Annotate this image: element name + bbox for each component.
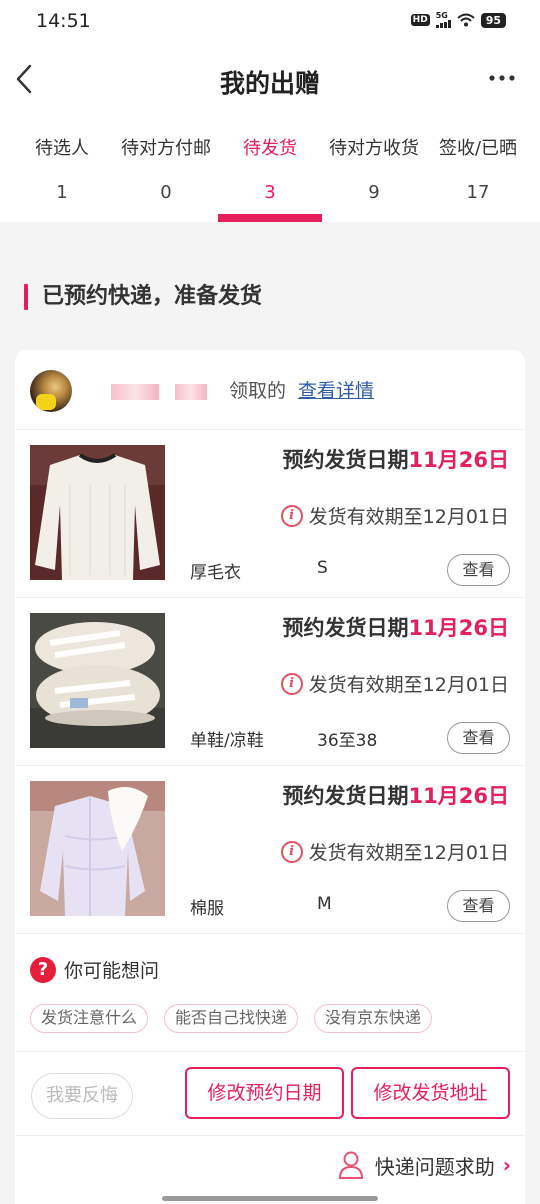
view-button[interactable]: 查看 (447, 890, 510, 922)
top-panel: 14:51 HD 5G 95 我的出赠 待选人 1 待对方付邮 0 待发货 3 … (0, 0, 540, 222)
faq-header: ? 你可能想问 (30, 956, 159, 983)
view-button[interactable]: 查看 (447, 722, 510, 754)
person-icon (338, 1151, 363, 1179)
ship-date-value: 11月26日 (408, 784, 509, 808)
tab-count: 1 (56, 182, 68, 203)
battery-icon: 95 (480, 12, 506, 28)
faq-chip-shipping-notes[interactable]: 发货注意什么 (30, 1004, 149, 1033)
item-image-sweater[interactable] (30, 445, 165, 580)
recipient-text: 领取的 (229, 380, 287, 402)
item-category: 棉服 (190, 899, 224, 919)
tab-label: 待选人 (35, 138, 89, 159)
ship-date: 预约发货日期11月26日 (282, 784, 509, 808)
item-size: S (317, 558, 328, 578)
wifi-icon (457, 13, 475, 27)
help-label: 快递问题求助 (374, 1154, 495, 1179)
faq-title: 你可能想问 (64, 960, 160, 982)
home-indicator[interactable] (162, 1196, 378, 1201)
item-size: 36至38 (317, 731, 378, 751)
active-tab-underline (218, 214, 322, 222)
question-icon: ? (30, 956, 56, 983)
status-tabs: 待选人 1 待对方付邮 0 待发货 3 待对方收货 9 签收/已晒 17 (10, 136, 530, 222)
regret-button[interactable]: 我要反悔 (31, 1073, 133, 1119)
ship-date-value: 11月26日 (408, 448, 509, 472)
page-title: 我的出赠 (219, 69, 320, 98)
item-category: 单鞋/凉鞋 (190, 731, 264, 751)
hd-icon: HD (410, 14, 430, 26)
faq-chip-no-jd-express[interactable]: 没有京东快递 (314, 1004, 433, 1033)
valid-until: i 发货有效期至12月01日 (280, 670, 509, 697)
section-accent-bar (24, 284, 28, 310)
valid-until: i 发货有效期至12月01日 (280, 502, 509, 529)
ship-date: 预约发货日期11月26日 (282, 616, 509, 640)
list-item: 预约发货日期11月26日 i 发货有效期至12月01日 棉服 M 查看 (15, 766, 525, 934)
tab-count: 3 (264, 182, 276, 203)
tab-count: 17 (466, 182, 490, 203)
info-icon: i (280, 504, 303, 527)
item-category: 厚毛衣 (190, 563, 241, 583)
faq-chip-own-courier[interactable]: 能否自己找快递 (164, 1004, 299, 1033)
item-image-jacket[interactable] (30, 781, 165, 916)
more-options-icon[interactable] (488, 70, 516, 86)
list-item: 预约发货日期11月26日 i 发货有效期至12月01日 单鞋/凉鞋 36至38 查… (15, 598, 525, 766)
valid-until: i 发货有效期至12月01日 (280, 838, 509, 865)
nav-bar: 我的出赠 (0, 50, 540, 108)
change-date-button[interactable]: 修改预约日期 (185, 1067, 344, 1119)
item-image-shoes[interactable] (30, 613, 165, 748)
item-size: M (317, 894, 332, 914)
tab-pending-postage[interactable]: 待对方付邮 0 (114, 136, 218, 222)
info-icon: i (280, 840, 303, 863)
tab-count: 9 (368, 182, 380, 203)
status-time: 14:51 (36, 10, 91, 32)
section-title: 已预约快递，准备发货 (24, 282, 262, 312)
view-details-link[interactable]: 查看详情 (298, 376, 374, 403)
tab-label: 签收/已晒 (438, 138, 518, 159)
status-bar: 14:51 HD 5G 95 (0, 0, 540, 42)
masked-username (111, 384, 159, 400)
tab-pending-ship[interactable]: 待发货 3 (218, 136, 322, 222)
status-icons: HD 5G 95 (410, 12, 506, 28)
tab-pending-receive[interactable]: 待对方收货 9 (322, 136, 426, 222)
section-title-text: 已预约快递，准备发货 (42, 284, 263, 309)
recipient-row: 领取的 查看详情 (15, 350, 525, 430)
tab-pending-select[interactable]: 待选人 1 (10, 136, 114, 222)
faq-section: ? 你可能想问 发货注意什么 能否自己找快递 没有京东快递 (15, 934, 525, 1052)
courier-help-link[interactable]: 快递问题求助 › (337, 1150, 511, 1180)
chevron-right-icon: › (502, 1153, 511, 1177)
faq-chips: 发货注意什么 能否自己找快递 没有京东快递 (30, 1004, 433, 1033)
tab-label: 待对方付邮 (121, 138, 211, 159)
list-item: 预约发货日期11月26日 i 发货有效期至12月01日 厚毛衣 S 查看 (15, 430, 525, 598)
tab-received[interactable]: 签收/已晒 17 (426, 136, 530, 222)
info-icon: i (280, 672, 303, 695)
ship-date-value: 11月26日 (408, 616, 509, 640)
view-button[interactable]: 查看 (447, 554, 510, 586)
tab-label: 待发货 (243, 138, 297, 159)
tab-label: 待对方收货 (329, 138, 419, 159)
ship-date: 预约发货日期11月26日 (282, 448, 509, 472)
action-bar: 我要反悔 修改预约日期 修改发货地址 (15, 1052, 525, 1136)
signal-icon: 5G (435, 12, 451, 28)
shipment-card: 领取的 查看详情 预约发货日期11月26日 i 发货有效期至12月01日 厚毛衣 … (15, 350, 525, 1204)
tab-count: 0 (160, 182, 172, 203)
masked-username (175, 384, 207, 400)
avatar[interactable] (30, 370, 72, 412)
change-address-button[interactable]: 修改发货地址 (351, 1067, 510, 1119)
